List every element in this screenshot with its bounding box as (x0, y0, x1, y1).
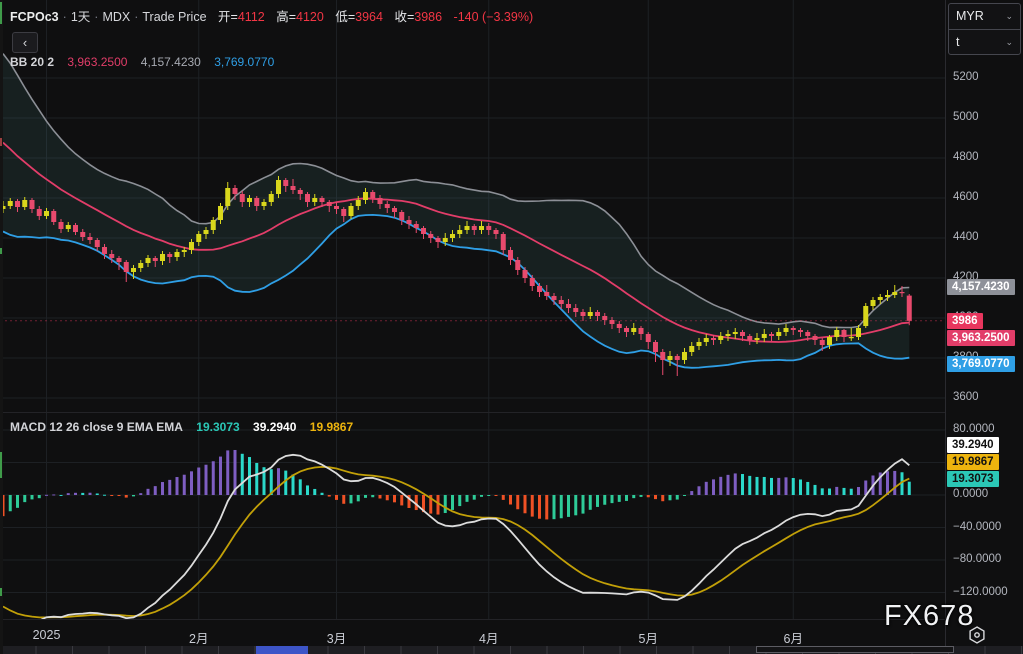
time-axis-border (0, 619, 945, 620)
macd-signal-value: 19.9867 (310, 420, 353, 434)
close-label: 收= (394, 10, 414, 24)
price-tick-label: 4600 (953, 191, 979, 203)
chevron-down-icon: ⌄ (1005, 4, 1013, 29)
high-value: 4120 (296, 10, 324, 24)
bollinger-legend[interactable]: BB 20 2 3,963.2500 4,157.4230 3,769.0770 (10, 55, 274, 69)
change-value: -140 (−3.39%) (454, 10, 534, 24)
symbol-header: FCPOc3·1天·MDX·Trade Price 开=4112 高=4120 … (10, 6, 533, 25)
axis-price-label: 3,963.2500 (947, 330, 1015, 346)
open-value: 4112 (238, 10, 265, 24)
low-label: 低= (335, 10, 355, 24)
chart-application: FCPOc3·1天·MDX·Trade Price 开=4112 高=4120 … (0, 0, 1023, 654)
range-selection-box[interactable] (756, 646, 954, 653)
axis-macd-label: 19.3073 (947, 471, 999, 487)
time-axis-month-label: 6月 (784, 628, 803, 647)
time-axis-month-label: 4月 (479, 628, 498, 647)
unit-dropdown[interactable]: t ⌄ (949, 29, 1020, 54)
price-axis[interactable]: MYR ⌄ t ⌄ 520050004800460044004200400038… (946, 0, 1023, 646)
time-axis-month-label: 2月 (189, 628, 208, 647)
watermark-text: FX678 (884, 600, 974, 632)
series-type-label: Trade Price (142, 10, 206, 24)
axis-price-label: 3986 (947, 313, 983, 329)
axis-macd-label: 39.2940 (947, 437, 999, 453)
price-tick-label: 5000 (953, 111, 979, 123)
legend-collapse-button[interactable]: ‹ (12, 32, 38, 53)
axis-price-label: 4,157.4230 (947, 279, 1015, 295)
bb-indicator-title: BB 20 2 (10, 55, 54, 69)
price-axis-border (945, 0, 946, 646)
price-tick-label: 4400 (953, 231, 979, 243)
time-axis[interactable]: 2025 2月 3月 4月 5月 6月 (0, 620, 945, 646)
interval-label[interactable]: 1天 (71, 10, 90, 24)
fx678-watermark: FX678 (884, 600, 974, 633)
bb-basis-value: 3,963.2500 (67, 55, 127, 69)
axis-price-label: 3,769.0770 (947, 356, 1015, 372)
macd-tick-label: −120.0000 (953, 586, 1008, 598)
low-value: 3964 (355, 10, 383, 24)
unit-value: t (956, 30, 959, 54)
axis-unit-selector: MYR ⌄ t ⌄ (948, 3, 1021, 55)
active-range-segment[interactable] (256, 646, 308, 654)
time-axis-month-label: 2025 (33, 628, 61, 642)
macd-tick-label: −80.0000 (953, 553, 1001, 565)
macd-indicator-title: MACD 12 26 close 9 EMA EMA (10, 420, 183, 434)
pane-divider[interactable] (0, 412, 945, 413)
macd-legend[interactable]: MACD 12 26 close 9 EMA EMA 19.3073 39.29… (10, 420, 353, 434)
exchange-label: MDX (102, 10, 130, 24)
macd-tick-label: 80.0000 (953, 423, 995, 435)
chevron-down-icon: ⌄ (1005, 30, 1013, 54)
macd-hist-value: 19.3073 (196, 420, 239, 434)
time-axis-month-label: 3月 (327, 628, 346, 647)
axis-macd-label: 19.9867 (947, 454, 999, 470)
price-tick-label: 4800 (953, 151, 979, 163)
macd-chart-pane[interactable] (0, 413, 945, 619)
price-tick-label: 5200 (953, 71, 979, 83)
time-axis-month-label: 5月 (639, 628, 658, 647)
axis-settings-gear-icon[interactable] (966, 624, 988, 646)
bb-lower-value: 3,769.0770 (214, 55, 274, 69)
close-value: 3986 (414, 10, 442, 24)
date-range-navigator[interactable] (0, 646, 1023, 654)
bb-upper-value: 4,157.4230 (141, 55, 201, 69)
chevron-left-icon: ‹ (23, 35, 27, 50)
currency-value: MYR (956, 4, 984, 29)
macd-line-value: 39.2940 (253, 420, 296, 434)
macd-tick-label: −40.0000 (953, 521, 1001, 533)
open-label: 开= (218, 10, 238, 24)
macd-tick-label: 0.0000 (953, 488, 988, 500)
left-edge-artifact (0, 0, 3, 654)
high-label: 高= (276, 10, 296, 24)
symbol-name[interactable]: FCPOc3 (10, 10, 59, 24)
price-tick-label: 3600 (953, 391, 979, 403)
currency-dropdown[interactable]: MYR ⌄ (949, 4, 1020, 29)
